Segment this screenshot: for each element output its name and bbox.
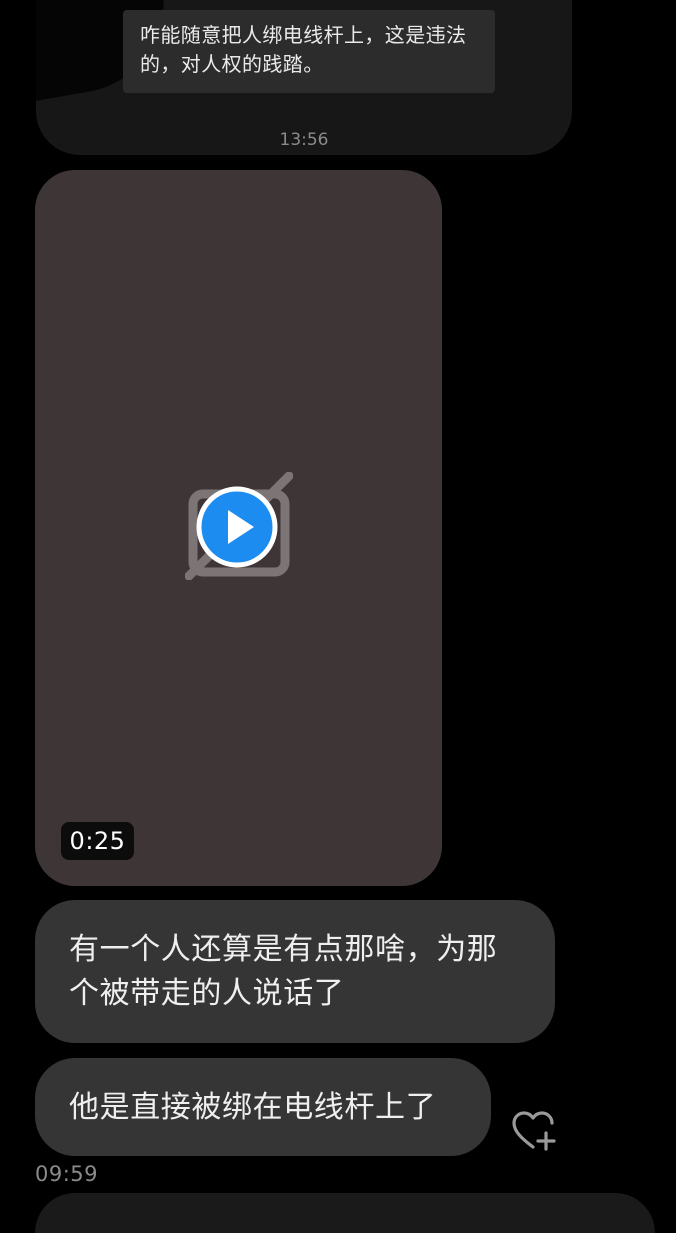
next-message-edge (35, 1193, 655, 1233)
quoted-text: 咋能随意把人绑电线杆上，这是违法的，对人权的践踏。 (140, 23, 467, 76)
heart-plus-icon[interactable] (511, 1109, 557, 1151)
message-bubble[interactable]: 他是直接被绑在电线杆上了 (35, 1058, 491, 1156)
quoted-text-box: 咋能随意把人绑电线杆上，这是违法的，对人权的践踏。 (123, 10, 495, 93)
message-bubble[interactable]: 有一个人还算是有点那啥，为那个被带走的人说话了 (35, 900, 555, 1043)
message-timestamp: 09:59 (35, 1162, 99, 1186)
play-icon[interactable] (196, 486, 278, 568)
previous-message-timestamp: 13:56 (279, 130, 329, 150)
previous-image-message[interactable]: 咋能随意把人绑电线杆上，这是违法的，对人权的践踏。 13:56 (36, 0, 572, 155)
message-text: 他是直接被绑在电线杆上了 (69, 1090, 437, 1125)
message-text: 有一个人还算是有点那啥，为那个被带走的人说话了 (69, 932, 498, 1011)
video-duration-badge: 0:25 (61, 822, 134, 860)
